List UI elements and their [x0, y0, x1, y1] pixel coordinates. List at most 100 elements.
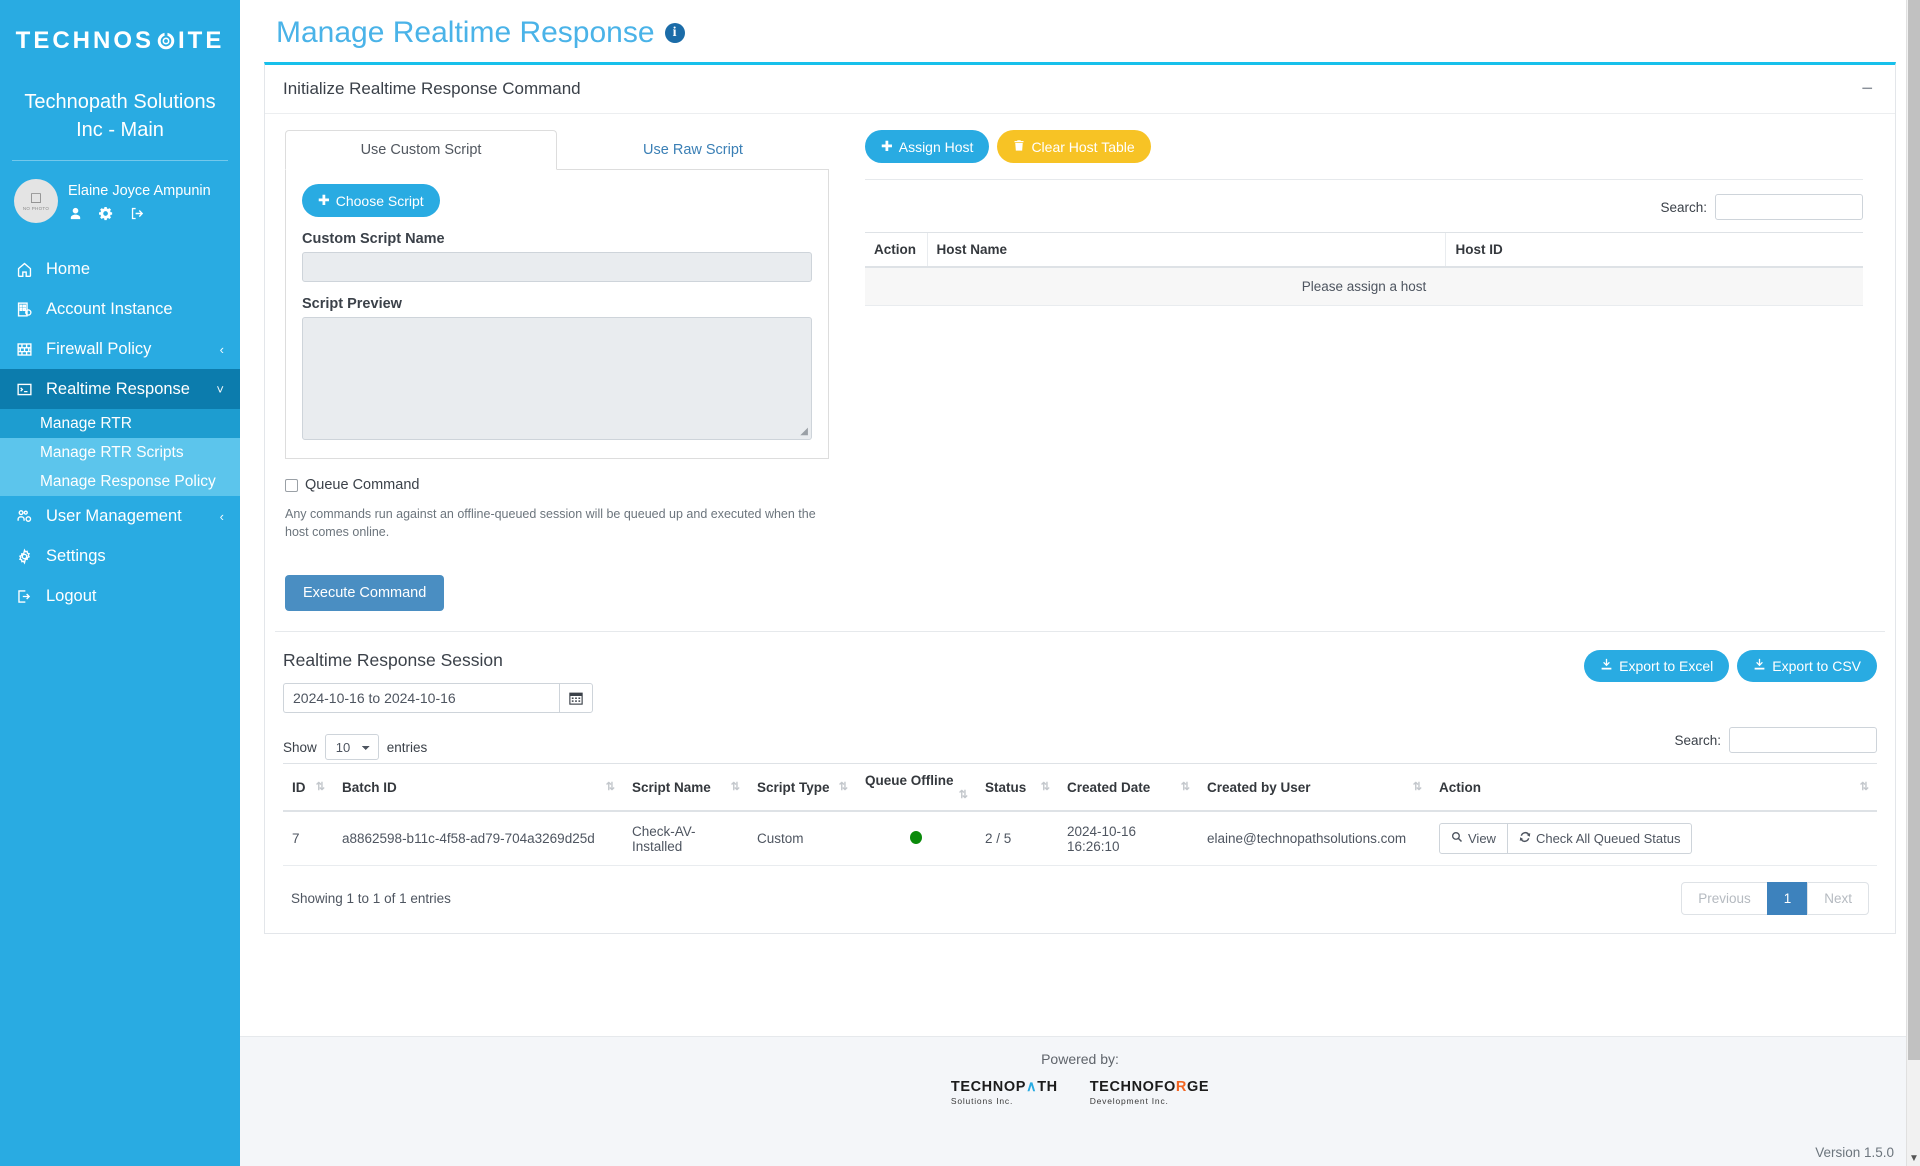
- tab-use-custom-script[interactable]: Use Custom Script: [285, 130, 557, 170]
- pagination-previous[interactable]: Previous: [1681, 882, 1768, 915]
- scroll-down-arrow-icon[interactable]: ▼: [1909, 1153, 1919, 1164]
- sidebar-item-logout[interactable]: Logout: [0, 576, 240, 616]
- queue-command-row: Queue Command: [285, 477, 829, 493]
- tab-label: Use Custom Script: [361, 142, 482, 158]
- host-column: ✚ Assign Host Clear Host Table: [837, 130, 1883, 611]
- sidebar-item-realtime-response[interactable]: Realtime Response ˅: [0, 369, 240, 409]
- session-toolbar: Show 10 25 50 100 entries Search:: [283, 713, 1877, 763]
- col-id[interactable]: ID⇅: [283, 764, 333, 812]
- user-settings-gear-icon[interactable]: [99, 206, 114, 221]
- sidebar-item-manage-rtr-scripts[interactable]: Manage RTR Scripts: [0, 438, 240, 467]
- info-icon[interactable]: i: [665, 23, 685, 43]
- queue-command-label: Queue Command: [305, 477, 419, 493]
- col-created-date[interactable]: Created Date ⇅: [1058, 764, 1198, 812]
- col-label: Created Date: [1067, 780, 1150, 795]
- user-profile-icon[interactable]: [68, 206, 83, 221]
- cog-icon: [16, 548, 42, 565]
- sidebar-item-account-instance[interactable]: Account Instance: [0, 289, 240, 329]
- sidebar-item-manage-response-policy[interactable]: Manage Response Policy: [0, 467, 240, 496]
- host-table-header-row: Action Host Name Host ID: [865, 233, 1863, 268]
- user-actions: [68, 206, 211, 221]
- col-queue-offline[interactable]: Queue Offline⇅: [856, 764, 976, 812]
- scrollbar-thumb[interactable]: [1908, 0, 1920, 1060]
- col-script-type[interactable]: Script Type⇅: [748, 764, 856, 812]
- queue-command-hint: Any commands run against an offline-queu…: [285, 505, 829, 541]
- calendar-icon[interactable]: [559, 683, 593, 713]
- session-search-input[interactable]: [1729, 727, 1877, 753]
- brand-text-pre: TECHNOS: [16, 27, 154, 55]
- refresh-icon: [1519, 831, 1531, 846]
- col-batch-id[interactable]: Batch ID⇅: [333, 764, 623, 812]
- session-table-header-row: ID⇅ Batch ID⇅ Script Name⇅ Script Type⇅ …: [283, 764, 1877, 812]
- logo1-pre: TECHNOP: [951, 1079, 1026, 1095]
- date-range-input[interactable]: 2024-10-16 to 2024-10-16: [283, 683, 559, 713]
- host-table-body: Please assign a host: [865, 267, 1863, 306]
- logo1-post: TH: [1037, 1079, 1058, 1095]
- col-script-name[interactable]: Script Name⇅: [623, 764, 748, 812]
- sidebar-item-label: User Management: [42, 507, 220, 526]
- sort-icon: ⇅: [1181, 780, 1189, 793]
- host-col-host-name[interactable]: Host Name: [927, 233, 1446, 268]
- user-info: Elaine Joyce Ampunin: [68, 182, 211, 221]
- sidebar-item-user-management[interactable]: User Management ‹: [0, 496, 240, 536]
- export-to-excel-button[interactable]: Export to Excel: [1584, 650, 1729, 682]
- date-range-group: 2024-10-16 to 2024-10-16: [283, 683, 593, 713]
- sort-icon: ⇅: [959, 788, 967, 801]
- host-buttons: ✚ Assign Host Clear Host Table: [865, 130, 1863, 163]
- card-title: Initialize Realtime Response Command: [283, 79, 581, 99]
- user-logout-icon[interactable]: [130, 206, 145, 221]
- custom-script-name-label: Custom Script Name: [302, 231, 812, 247]
- session-table: ID⇅ Batch ID⇅ Script Name⇅ Script Type⇅ …: [283, 763, 1877, 866]
- view-button[interactable]: View: [1439, 823, 1508, 854]
- pagination-next[interactable]: Next: [1807, 882, 1869, 915]
- vertical-scrollbar[interactable]: ▼: [1906, 0, 1920, 1166]
- host-empty-message: Please assign a host: [865, 267, 1863, 306]
- trash-icon: [1013, 139, 1025, 155]
- export-to-csv-button[interactable]: Export to CSV: [1737, 650, 1877, 682]
- brand-logo[interactable]: TECHNOS ITE: [0, 0, 240, 82]
- host-col-action[interactable]: Action: [865, 233, 927, 268]
- custom-script-name-input[interactable]: [302, 252, 812, 282]
- sidebar-item-settings[interactable]: Settings: [0, 536, 240, 576]
- logo2-accent: R: [1176, 1079, 1187, 1095]
- assign-host-button[interactable]: ✚ Assign Host: [865, 130, 989, 163]
- resize-grip-icon[interactable]: ◢: [800, 426, 808, 437]
- version-label: Version 1.5.0: [1815, 1145, 1894, 1160]
- col-created-by-user[interactable]: Created by User⇅: [1198, 764, 1430, 812]
- choose-script-label: Choose Script: [336, 193, 424, 209]
- initialize-command-card: Initialize Realtime Response Command − U…: [264, 62, 1896, 934]
- pagination-page-1[interactable]: 1: [1767, 882, 1809, 915]
- page-footer: Powered by: TECHNOP∧TH Solutions Inc. TE…: [240, 1036, 1920, 1166]
- collapse-card-button[interactable]: −: [1857, 84, 1877, 94]
- sidebar-item-firewall-policy[interactable]: Firewall Policy ‹: [0, 329, 240, 369]
- sidebar-caret: ‹: [220, 342, 224, 357]
- col-status[interactable]: Status⇅: [976, 764, 1058, 812]
- script-preview-textarea[interactable]: ◢: [302, 317, 812, 440]
- page-length-select[interactable]: 10 25 50 100: [325, 734, 379, 760]
- sidebar-item-label: Logout: [42, 587, 224, 606]
- host-col-host-id[interactable]: Host ID: [1446, 233, 1863, 268]
- host-table-head: Action Host Name Host ID: [865, 233, 1863, 268]
- choose-script-button[interactable]: ✚ Choose Script: [302, 184, 440, 217]
- cell-created-date: 2024-10-16 16:26:10: [1058, 811, 1198, 866]
- session-search-label: Search:: [1674, 733, 1721, 748]
- session-search-row: Search:: [1674, 727, 1877, 753]
- queue-command-checkbox[interactable]: [285, 479, 298, 492]
- sidebar-item-home[interactable]: Home: [0, 249, 240, 289]
- col-action[interactable]: Action⇅: [1430, 764, 1877, 812]
- table-footer: Showing 1 to 1 of 1 entries Previous 1 N…: [283, 866, 1877, 933]
- session-table-head: ID⇅ Batch ID⇅ Script Name⇅ Script Type⇅ …: [283, 764, 1877, 812]
- execute-command-button[interactable]: Execute Command: [285, 575, 444, 611]
- sidebar-item-label: Realtime Response: [42, 380, 216, 399]
- sidebar-item-manage-rtr[interactable]: Manage RTR: [0, 409, 240, 438]
- sidebar-caret: ‹: [220, 509, 224, 524]
- export-buttons: Export to Excel Export to CSV: [1584, 650, 1877, 682]
- host-search-input[interactable]: [1715, 194, 1863, 220]
- brand-text-post: ITE: [178, 27, 224, 55]
- clear-host-table-button[interactable]: Clear Host Table: [997, 130, 1150, 163]
- clear-host-table-label: Clear Host Table: [1031, 139, 1134, 155]
- sort-icon: ⇅: [316, 780, 324, 793]
- tab-use-raw-script[interactable]: Use Raw Script: [557, 130, 829, 170]
- check-all-queued-status-button[interactable]: Check All Queued Status: [1508, 823, 1693, 854]
- col-label: Action: [1439, 780, 1481, 795]
